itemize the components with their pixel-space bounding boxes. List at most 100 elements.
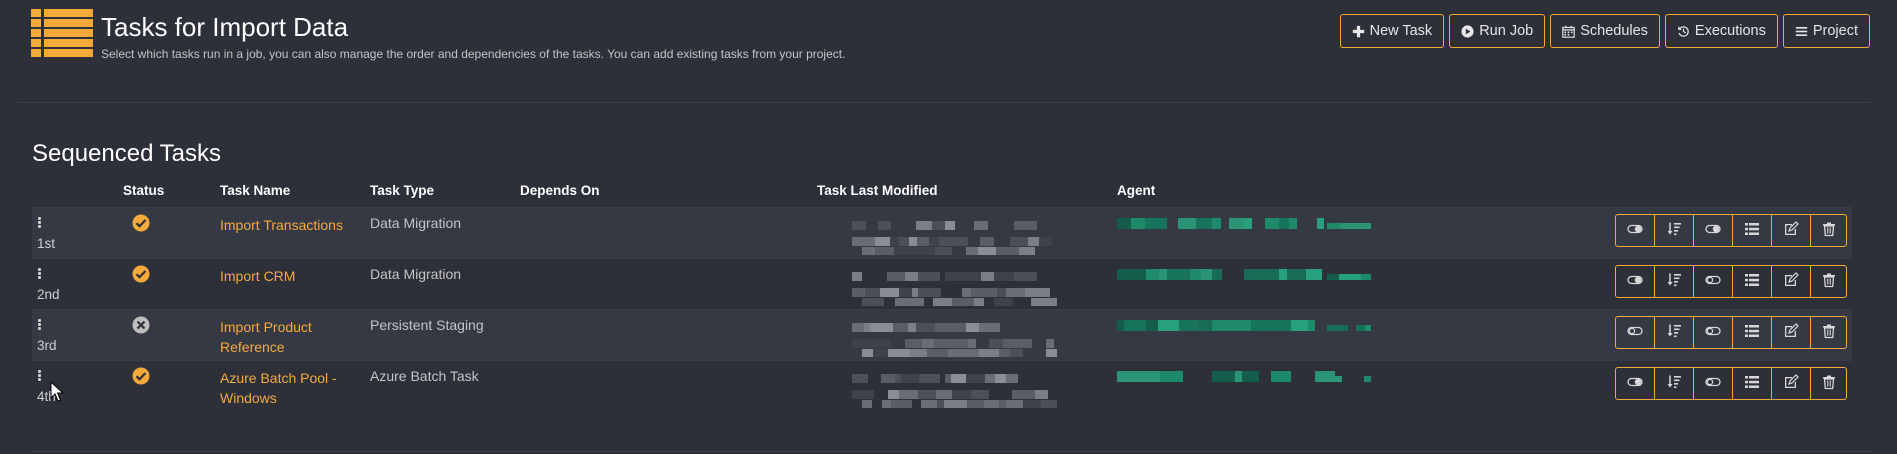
toggle-enabled-button[interactable]	[1615, 265, 1655, 298]
status-disabled-icon	[132, 316, 150, 334]
task-order: 1st	[37, 236, 56, 251]
page-title: Tasks for Import Data	[101, 12, 349, 42]
toggle-dependency-button[interactable]	[1693, 265, 1733, 298]
toolbar: New Task Run Job Schedules Executions Pr…	[1339, 14, 1870, 48]
agent-redacted	[1117, 368, 1371, 408]
toggle-enabled-button[interactable]	[1615, 214, 1655, 247]
task-name-link[interactable]: Import CRM	[220, 266, 360, 286]
edit-task-button[interactable]	[1771, 214, 1811, 247]
trash-icon	[1821, 272, 1837, 291]
trash-icon	[1821, 374, 1837, 393]
sort-amount-icon	[1666, 374, 1682, 393]
task-details-button[interactable]	[1732, 367, 1772, 400]
delete-task-button[interactable]	[1810, 265, 1847, 298]
toggle-on-icon	[1705, 221, 1721, 240]
sort-order-button[interactable]	[1654, 265, 1694, 298]
status-success-icon	[132, 265, 150, 283]
list-icon	[31, 9, 93, 57]
col-depends-on: Depends On	[520, 183, 600, 198]
task-type: Azure Batch Task	[370, 368, 479, 384]
trash-icon	[1821, 323, 1837, 342]
mouse-cursor-icon	[50, 381, 64, 402]
drag-handle-icon[interactable]	[38, 268, 42, 280]
executions-button[interactable]: Executions	[1664, 14, 1778, 48]
project-button[interactable]: Project	[1782, 14, 1870, 48]
col-agent: Agent	[1117, 183, 1156, 198]
plus-icon	[1352, 25, 1364, 37]
play-circle-icon	[1461, 24, 1474, 38]
edit-icon	[1783, 221, 1799, 240]
agent-redacted	[1117, 317, 1371, 357]
task-type: Persistent Staging	[370, 317, 484, 333]
history-icon	[1678, 25, 1689, 37]
page-subtitle: Select which tasks run in a job, you can…	[101, 47, 846, 61]
section-title: Sequenced Tasks	[32, 140, 222, 167]
calendar-icon	[1562, 25, 1575, 38]
toggle-off-icon	[1627, 323, 1643, 342]
sort-amount-icon	[1666, 221, 1682, 240]
task-last-modified-redacted	[817, 313, 1057, 359]
schedules-button[interactable]: Schedules	[1550, 14, 1660, 48]
agent-redacted	[1117, 266, 1371, 306]
toggle-off-icon	[1705, 272, 1721, 291]
header-divider	[17, 102, 1870, 103]
col-last-modified: Task Last Modified	[817, 183, 938, 198]
toggle-dependency-button[interactable]	[1693, 214, 1733, 247]
table-row: 4th Azure Batch Pool - Windows Azure Bat…	[32, 360, 1852, 411]
drag-handle-icon[interactable]	[38, 319, 42, 331]
trash-icon	[1821, 221, 1837, 240]
toggle-on-icon	[1627, 221, 1643, 240]
edit-icon	[1783, 323, 1799, 342]
delete-task-button[interactable]	[1810, 367, 1847, 400]
list-icon	[1744, 374, 1760, 393]
edit-task-button[interactable]	[1771, 265, 1811, 298]
drag-handle-icon[interactable]	[38, 370, 42, 382]
agent-redacted	[1117, 215, 1371, 255]
task-name-link[interactable]: Import Transactions	[220, 215, 360, 235]
task-name-link[interactable]: Import Product Reference	[220, 317, 360, 357]
task-last-modified-redacted	[817, 364, 1057, 410]
row-actions	[1615, 367, 1847, 400]
row-actions	[1615, 265, 1847, 298]
task-order: 2nd	[37, 287, 60, 302]
task-details-button[interactable]	[1732, 214, 1772, 247]
task-type: Data Migration	[370, 266, 462, 282]
sort-order-button[interactable]	[1654, 367, 1694, 400]
edit-icon	[1783, 374, 1799, 393]
toggle-on-icon	[1627, 272, 1643, 291]
col-task-name: Task Name	[220, 183, 291, 198]
col-status: Status	[123, 183, 165, 198]
delete-task-button[interactable]	[1810, 316, 1847, 349]
list-icon	[1744, 323, 1760, 342]
delete-task-button[interactable]	[1810, 214, 1847, 247]
edit-task-button[interactable]	[1771, 316, 1811, 349]
toggle-enabled-button[interactable]	[1615, 367, 1655, 400]
row-actions	[1615, 316, 1847, 349]
task-name-link[interactable]: Azure Batch Pool - Windows	[220, 368, 360, 408]
tasks-table: Status Task Name Task Type Depends On Ta…	[32, 180, 1852, 411]
sort-order-button[interactable]	[1654, 214, 1694, 247]
list-icon	[1744, 272, 1760, 291]
toggle-off-icon	[1705, 323, 1721, 342]
table-row: 3rd Import Product Reference Persistent …	[32, 309, 1852, 360]
col-task-type: Task Type	[370, 183, 435, 198]
menu-icon	[1795, 26, 1808, 36]
toggle-dependency-button[interactable]	[1693, 316, 1733, 349]
edit-task-button[interactable]	[1771, 367, 1811, 400]
sort-amount-icon	[1666, 323, 1682, 342]
toggle-dependency-button[interactable]	[1693, 367, 1733, 400]
task-details-button[interactable]	[1732, 316, 1772, 349]
drag-handle-icon[interactable]	[38, 217, 42, 229]
run-job-button[interactable]: Run Job	[1449, 14, 1546, 48]
sort-amount-icon	[1666, 272, 1682, 291]
toggle-enabled-button[interactable]	[1615, 316, 1655, 349]
table-row: 2nd Import CRM Data Migration	[32, 258, 1852, 309]
task-last-modified-redacted	[817, 262, 1057, 308]
sort-order-button[interactable]	[1654, 316, 1694, 349]
row-actions	[1615, 214, 1847, 247]
new-task-button[interactable]: New Task	[1339, 14, 1445, 48]
status-success-icon	[132, 367, 150, 385]
toggle-off-icon	[1705, 374, 1721, 393]
task-details-button[interactable]	[1732, 265, 1772, 298]
task-order: 3rd	[37, 338, 57, 353]
